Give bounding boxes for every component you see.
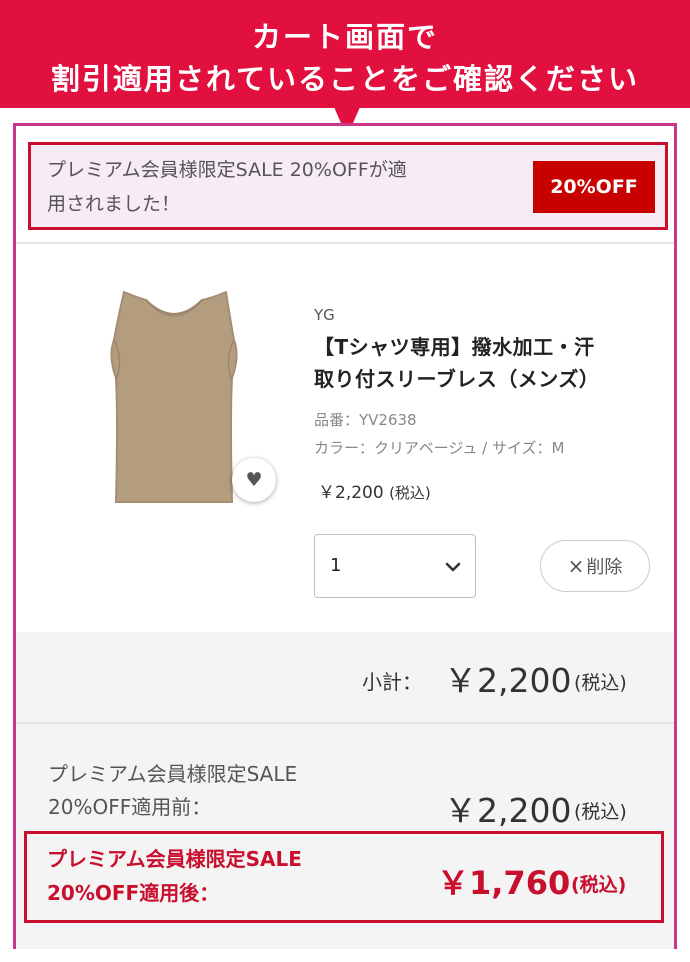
sale-notice-line-1: プレミアム会員様限定SALE 20%OFFが適: [47, 159, 407, 181]
chevron-down-icon: [445, 562, 461, 572]
price-after-label-line-1: プレミアム会員様限定SALE: [47, 847, 302, 871]
product-code: 品番：YV2638: [314, 411, 417, 429]
price-before-amount: ￥2,200: [444, 791, 572, 830]
subtotal-row: 小計： ￥2,200 (税込): [16, 632, 674, 722]
price-before-label-line-2: 20%OFF適用前：: [48, 795, 212, 819]
subtotal-label: 小計：: [362, 670, 422, 694]
delete-button-label: 削除: [586, 557, 623, 578]
heart-icon: ♥: [245, 469, 263, 491]
price-after-discount-row: プレミアム会員様限定SALE 20%OFF適用後： ￥1,760 (税込): [24, 831, 664, 923]
banner-subtitle: 割引適用されていることをご確認ください: [50, 62, 640, 96]
price-before-tax: (税込): [574, 801, 627, 823]
price-after-label: プレミアム会員様限定SALE 20%OFF適用後：: [47, 842, 302, 910]
price-before-label: プレミアム会員様限定SALE 20%OFF適用前：: [48, 758, 297, 824]
delete-button[interactable]: × 削除: [540, 540, 650, 592]
quantity-value: 1: [330, 555, 342, 576]
product-attributes: カラー：クリアベージュ / サイズ：M: [314, 439, 565, 457]
product-price-tax: (税込): [389, 484, 431, 502]
cart-item-card: プレミアム会員様限定SALE 20%OFFが適 用されました！ 20%OFF ♥…: [13, 123, 677, 949]
product-brand: YG: [314, 306, 335, 324]
product-name-line-1: 【Tシャツ専用】撥水加工・汗: [314, 335, 595, 359]
product-price-value: ￥2,200: [318, 483, 384, 503]
subtotal-tax: (税込): [574, 672, 627, 694]
sleeveless-shirt-image[interactable]: [94, 288, 254, 506]
favorite-button[interactable]: ♥: [232, 458, 276, 502]
discount-badge: 20%OFF: [533, 161, 655, 213]
instruction-banner: カート画面で 割引適用されていることをご確認ください: [0, 0, 690, 108]
price-after-amount: ￥1,760: [437, 864, 571, 902]
product-name-line-2: 取り付スリーブレス（メンズ）: [314, 367, 600, 391]
quantity-select[interactable]: 1: [314, 534, 476, 598]
price-before-label-line-1: プレミアム会員様限定SALE: [48, 762, 298, 786]
price-after-tax: (税込): [571, 874, 627, 896]
price-after-label-line-2: 20%OFF適用後：: [47, 881, 220, 905]
divider: [16, 242, 674, 244]
product-price: ￥2,200 (税込): [318, 478, 431, 503]
subtotal-amount: ￥2,200: [444, 661, 572, 700]
sale-notice: プレミアム会員様限定SALE 20%OFFが適 用されました！ 20%OFF: [28, 142, 668, 230]
product-name[interactable]: 【Tシャツ専用】撥水加工・汗 取り付スリーブレス（メンズ）: [314, 331, 662, 395]
sale-notice-text: プレミアム会員様限定SALE 20%OFFが適 用されました！: [47, 153, 527, 221]
sale-notice-line-2: 用されました！: [47, 193, 181, 215]
close-icon: ×: [567, 554, 585, 578]
banner-title: カート画面で: [251, 20, 438, 54]
